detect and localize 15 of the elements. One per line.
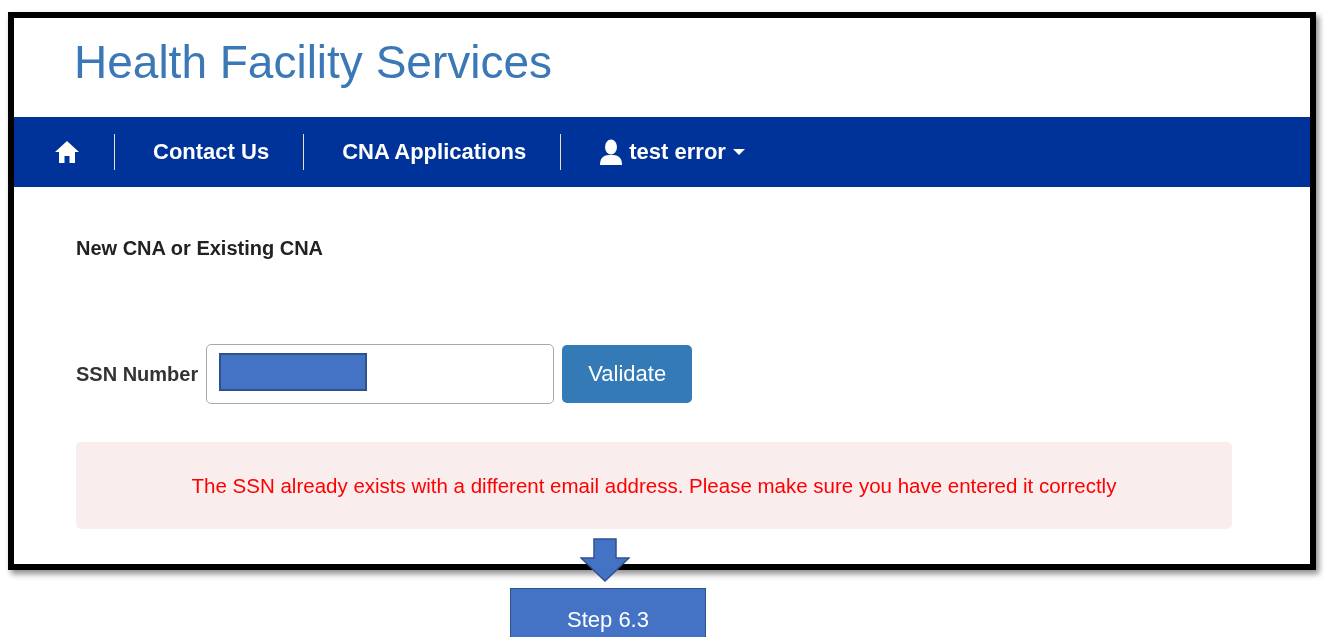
user-icon bbox=[599, 139, 624, 165]
down-arrow bbox=[580, 538, 630, 582]
form-heading: New CNA or Existing CNA bbox=[76, 237, 325, 260]
error-alert: The SSN already exists with a different email address. Please make sure you have entered it correctly bbox=[76, 442, 1232, 529]
validate-button[interactable]: Validate bbox=[562, 345, 693, 403]
step-label: Step 6.3 bbox=[510, 588, 706, 637]
user-menu[interactable]: test error bbox=[599, 139, 746, 165]
home-icon bbox=[54, 140, 80, 164]
nav-link[interactable]: Contact Us bbox=[153, 139, 270, 165]
site-title: Health Facility Services bbox=[74, 34, 553, 89]
caret-icon bbox=[731, 148, 746, 156]
home-link[interactable] bbox=[54, 140, 80, 164]
field-label: SSN Number bbox=[76, 362, 199, 386]
ssn-field[interactable] bbox=[206, 344, 555, 404]
nav-link[interactable]: CNA Applications bbox=[342, 139, 527, 165]
